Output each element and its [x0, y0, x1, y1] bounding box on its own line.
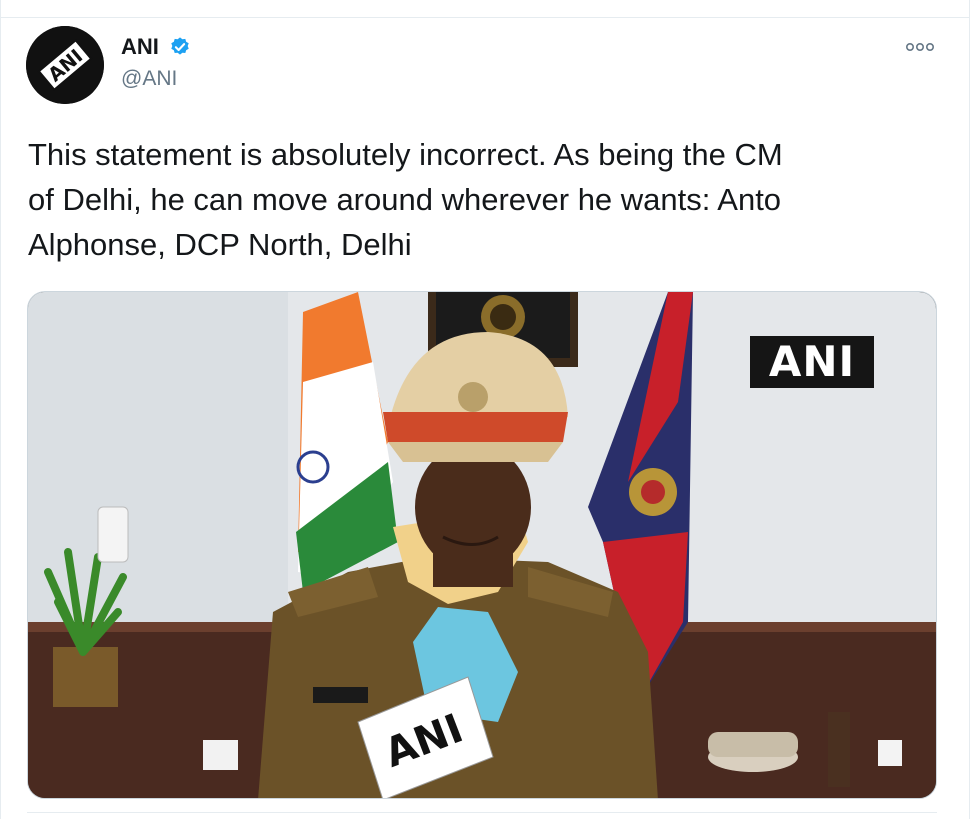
- more-options-icon[interactable]: [905, 38, 935, 56]
- tweet-media-image[interactable]: ANI ANI: [27, 291, 937, 799]
- author-handle[interactable]: @ANI: [121, 67, 177, 91]
- author-name[interactable]: ANI: [121, 34, 159, 60]
- avatar[interactable]: ANI: [26, 26, 104, 104]
- verified-badge-icon: [171, 37, 189, 55]
- tweet-card: ANI ANI @ANI This statement is absolutel…: [0, 0, 970, 819]
- divider: [1, 17, 970, 18]
- ani-logo-avatar: ANI: [26, 26, 104, 104]
- tweet-text: This statement is absolutely incorrect. …: [28, 132, 938, 267]
- ani-watermark: ANI: [750, 336, 874, 388]
- tweet-text-line: of Delhi, he can move around wherever he…: [28, 182, 782, 217]
- divider: [27, 812, 937, 819]
- tweet-text-line: This statement is absolutely incorrect. …: [28, 137, 783, 172]
- tweet-text-line: Alphonse, DCP North, Delhi: [28, 227, 412, 262]
